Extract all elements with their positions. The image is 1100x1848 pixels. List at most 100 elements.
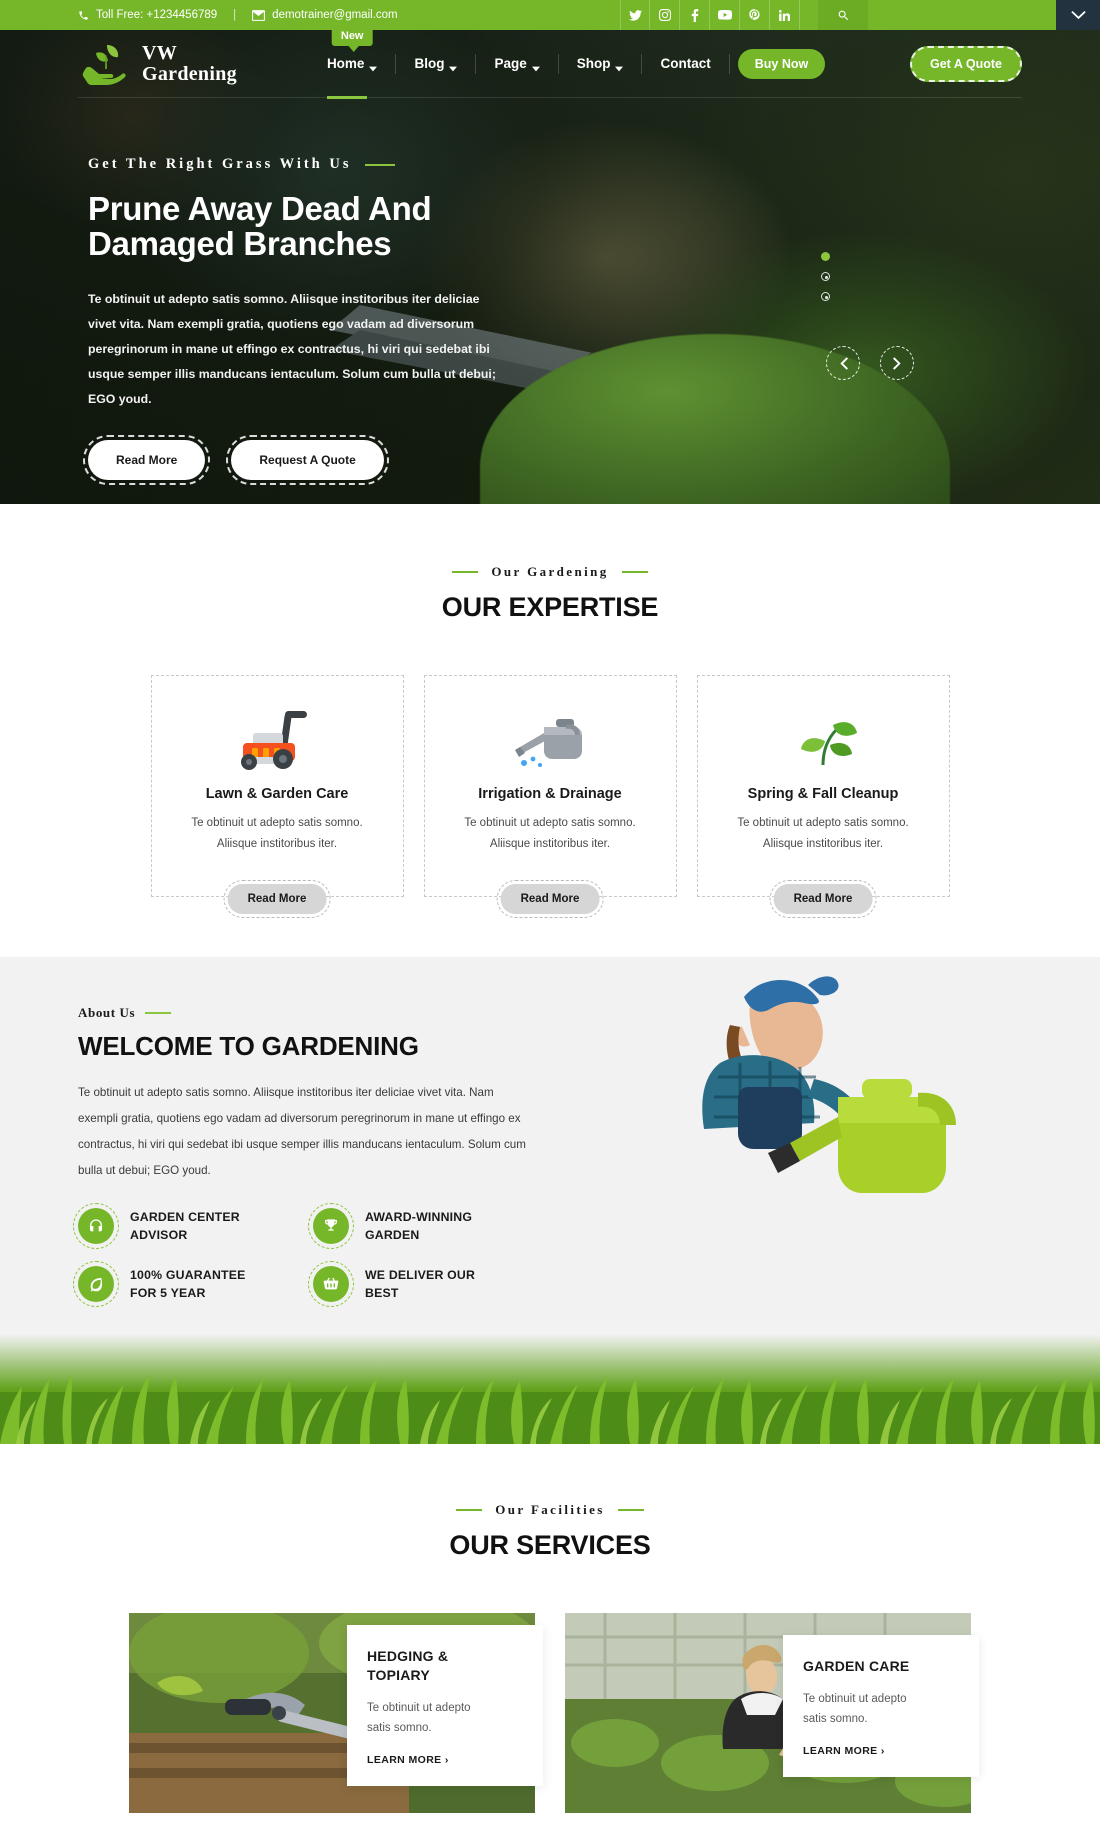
sprout-leaf-icon (698, 706, 949, 772)
main-navigation: New Home Blog Page Shop Contact Buy Now (309, 30, 826, 99)
card-description: Te obtinuit ut adepto satis somno. Aliis… (152, 813, 403, 855)
phone-item[interactable]: Toll Free: +1234456789 (78, 9, 217, 21)
nav-item-page[interactable]: Page (476, 53, 559, 74)
service-card-garden-care[interactable]: GARDEN CARE Te obtinuit ut adepto satis … (565, 1613, 979, 1813)
service-desc-line-1: Te obtinuit ut adepto (803, 1693, 907, 1705)
card-description: Te obtinuit ut adepto satis somno. Aliis… (425, 813, 676, 855)
chevron-down-icon (369, 60, 378, 71)
email-label: demotrainer@gmail.com (272, 9, 398, 21)
card-read-more-button[interactable]: Read More (223, 880, 331, 918)
hero-read-more-button[interactable]: Read More (82, 435, 211, 485)
service-learn-more-link[interactable]: LEARN MORE › (367, 1754, 523, 1766)
expertise-section: Our Gardening OUR EXPERTISE Lawn & Garde… (0, 504, 1100, 957)
get-a-quote-button[interactable]: Get A Quote (910, 45, 1022, 82)
card-title: Irrigation & Drainage (478, 786, 622, 802)
nav-item-home[interactable]: New Home (309, 30, 397, 99)
card-desc-line-2: Aliisque institoribus iter. (762, 838, 884, 850)
pinterest-icon[interactable] (740, 0, 770, 30)
expertise-cards: Lawn & Garden Care Te obtinuit ut adepto… (0, 675, 1100, 918)
card-read-more-button[interactable]: Read More (496, 880, 604, 918)
nav-new-badge: New (331, 30, 373, 52)
expertise-eyebrow-text: Our Gardening (491, 564, 609, 579)
expertise-card-spring-fall-cleanup[interactable]: Spring & Fall Cleanup Te obtinuit ut ade… (696, 675, 950, 918)
linkedin-icon[interactable] (770, 0, 800, 30)
card-read-more-button[interactable]: Read More (769, 880, 877, 918)
hero-buttons: Read More Request A Quote (82, 435, 608, 485)
card-desc-line-1: Te obtinuit ut adepto satis somno. (464, 817, 636, 829)
hero-paragraph: Te obtinuit ut adepto satis somno. Aliis… (88, 292, 496, 406)
nav-label-home: Home (326, 56, 365, 71)
nav-label-contact: Contact (660, 56, 711, 71)
topbar-separator: | (233, 9, 237, 21)
nav-label-blog: Blog (414, 56, 445, 71)
grass-decoration (0, 1322, 1100, 1444)
hero-title-line-2: Damaged Branches (88, 225, 392, 262)
nav-item-shop[interactable]: Shop (559, 53, 643, 74)
service-title-line-1: HEDGING & (367, 1648, 449, 1664)
nav-item-contact[interactable]: Contact (642, 53, 730, 74)
site-logo[interactable]: VW Gardening (78, 41, 237, 87)
slider-dot-3[interactable] (821, 292, 830, 301)
feature-line-2: BEST (365, 1286, 399, 1300)
eyebrow-dash-right (621, 571, 648, 573)
instagram-icon[interactable] (650, 0, 680, 30)
hero-title-line-1: Prune Away Dead And (88, 190, 432, 227)
twitter-icon[interactable] (620, 0, 650, 30)
watering-can-icon (425, 706, 676, 772)
logo-line-2: Gardening (142, 62, 237, 85)
services-eyebrow: Our Facilities (0, 1502, 1100, 1518)
service-learn-more-link[interactable]: LEARN MORE › (803, 1745, 959, 1757)
youtube-icon[interactable] (710, 0, 740, 30)
hero-request-quote-button[interactable]: Request A Quote (226, 435, 389, 485)
card-desc-line-1: Te obtinuit ut adepto satis somno. (737, 817, 909, 829)
chevron-down-icon (531, 60, 540, 71)
phone-label: Toll Free: +1234456789 (96, 9, 218, 21)
top-bar: Toll Free: +1234456789 | demotrainer@gma… (0, 0, 1100, 30)
service-title: HEDGING & TOPIARY (367, 1647, 523, 1685)
hero-eyebrow-text: Get The Right Grass With Us (88, 156, 352, 172)
eyebrow-dash-left (456, 1509, 483, 1511)
feature-line-1: AWARD-WINNING (365, 1210, 473, 1224)
search-button[interactable] (818, 0, 868, 30)
service-title: GARDEN CARE (803, 1657, 959, 1676)
service-description: Te obtinuit ut adepto satis somno. (803, 1689, 959, 1729)
feature-line-1: WE DELIVER OUR (365, 1268, 476, 1282)
page-toggle-button[interactable] (1056, 0, 1100, 30)
nav-label-page: Page (494, 56, 527, 71)
email-item[interactable]: demotrainer@gmail.com (252, 9, 398, 21)
about-feature-garden-center-advisor[interactable]: GARDEN CENTER ADVISOR (73, 1203, 313, 1249)
card-title: Lawn & Garden Care (205, 786, 349, 802)
logo-line-1: VW (142, 41, 178, 64)
facebook-icon[interactable] (680, 0, 710, 30)
card-desc-line-2: Aliisque institoribus iter. (489, 838, 611, 850)
service-desc-line-2: satis somno. (367, 1722, 432, 1734)
expertise-title: OUR EXPERTISE (441, 592, 659, 622)
basket-icon (308, 1261, 354, 1307)
phone-icon (78, 10, 89, 21)
services-heading: Our Facilities OUR SERVICES (0, 1502, 1100, 1561)
hero-slider-arrows (826, 346, 914, 380)
feature-line-1: 100% GUARANTEE (130, 1268, 246, 1282)
hero-next-arrow[interactable] (880, 346, 914, 380)
about-feature-we-deliver-our-best[interactable]: WE DELIVER OUR BEST (308, 1261, 548, 1307)
services-title: OUR SERVICES (449, 1530, 651, 1560)
chevron-down-icon (449, 60, 458, 71)
hero-copy: Get The Right Grass With Us Prune Away D… (82, 156, 608, 485)
service-description: Te obtinuit ut adepto satis somno. (367, 1698, 523, 1738)
expertise-card-lawn-garden-care[interactable]: Lawn & Garden Care Te obtinuit ut adepto… (150, 675, 404, 918)
hero-prev-arrow[interactable] (826, 346, 860, 380)
slider-dot-2[interactable] (821, 272, 830, 281)
buy-now-button[interactable]: Buy Now (737, 48, 826, 79)
feature-line-2: GARDEN (365, 1228, 420, 1242)
about-feature-award-winning-garden[interactable]: AWARD-WINNING GARDEN (308, 1203, 548, 1249)
headset-icon (73, 1203, 119, 1249)
about-paragraph: Te obtinuit ut adepto satis somno. Aliis… (78, 1086, 526, 1177)
nav-item-blog[interactable]: Blog (396, 53, 477, 74)
service-desc-line-1: Te obtinuit ut adepto (367, 1702, 471, 1714)
service-card-hedging-topiary[interactable]: HEDGING & TOPIARY Te obtinuit ut adepto … (129, 1613, 543, 1813)
expertise-card-irrigation-drainage[interactable]: Irrigation & Drainage Te obtinuit ut ade… (423, 675, 677, 918)
slider-dot-1[interactable] (821, 252, 830, 261)
about-feature-100-guarantee[interactable]: 100% GUARANTEE FOR 5 YEAR (73, 1261, 313, 1307)
feature-label: GARDEN CENTER ADVISOR (130, 1208, 240, 1244)
service-desc-line-2: satis somno. (803, 1713, 868, 1725)
